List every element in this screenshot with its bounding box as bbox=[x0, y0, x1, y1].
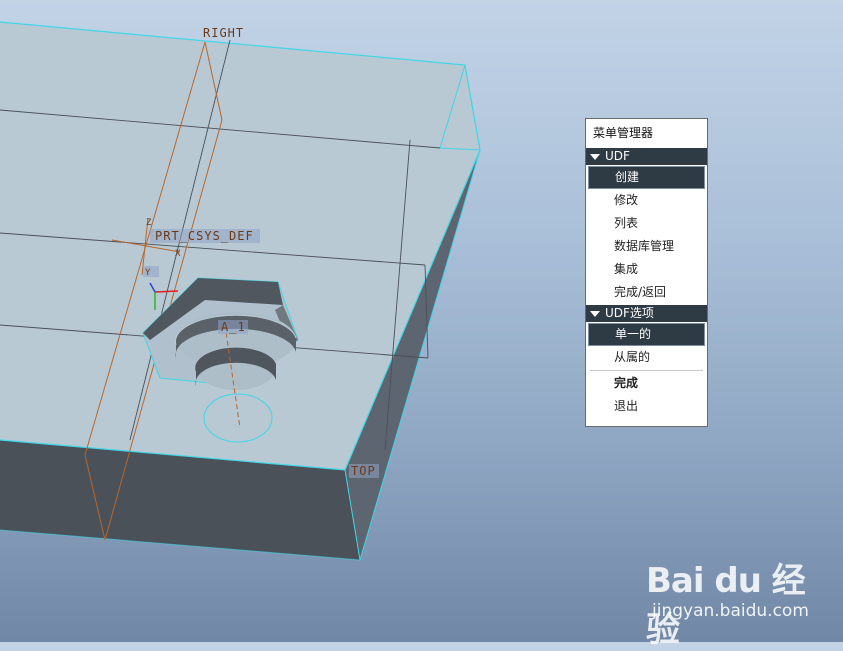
udf-section-label: UDF bbox=[605, 149, 630, 163]
csys-x-label: X bbox=[175, 249, 181, 259]
menu-item-stand-alone[interactable]: 单一的 bbox=[588, 323, 705, 346]
menu-item-database-manage[interactable]: 数据库管理 bbox=[588, 235, 705, 258]
csys-y-label: Y bbox=[145, 268, 151, 278]
top-plane-label: TOP bbox=[351, 464, 376, 478]
menu-item-done-return[interactable]: 完成/返回 bbox=[588, 281, 705, 304]
csys-z-label: Z bbox=[146, 218, 152, 228]
menu-item-create[interactable]: 创建 bbox=[588, 166, 705, 189]
menu-item-modify[interactable]: 修改 bbox=[588, 189, 705, 212]
collapse-triangle-icon bbox=[590, 153, 600, 160]
axis-label: A_1 bbox=[221, 320, 246, 334]
menu-item-list[interactable]: 列表 bbox=[588, 212, 705, 235]
udf-options-section-label: UDF选项 bbox=[605, 306, 654, 320]
model-viewport[interactable]: RIGHT PRT_CSYS_DEF Z X Y A_1 TOP bbox=[0, 0, 843, 642]
collapse-triangle-icon bbox=[590, 310, 600, 317]
menu-manager-title: 菜单管理器 bbox=[593, 126, 654, 140]
udf-options-section-header[interactable]: UDF选项 bbox=[586, 305, 707, 322]
right-plane-label: RIGHT bbox=[203, 26, 244, 40]
watermark-url: jingyan.baidu.com bbox=[652, 601, 809, 621]
menu-item-subordinate[interactable]: 从属的 bbox=[588, 346, 705, 369]
menu-item-done[interactable]: 完成 bbox=[588, 372, 705, 395]
csys-label: PRT_CSYS_DEF bbox=[155, 229, 254, 243]
part-model[interactable]: RIGHT PRT_CSYS_DEF Z X Y A_1 TOP bbox=[0, 0, 843, 642]
udf-section-header[interactable]: UDF bbox=[586, 148, 707, 165]
menu-divider bbox=[590, 370, 703, 371]
baidu-jingyan-watermark: Bai du 经验 jingyan.baidu.com bbox=[646, 553, 826, 650]
menu-item-integrate[interactable]: 集成 bbox=[588, 258, 705, 281]
menu-item-quit[interactable]: 退出 bbox=[588, 395, 705, 418]
block-top-face bbox=[0, 22, 480, 470]
menu-manager: 菜单管理器 UDF 创建 修改 列表 数据库管理 集成 完成/返回 UDF选项 … bbox=[585, 118, 708, 427]
